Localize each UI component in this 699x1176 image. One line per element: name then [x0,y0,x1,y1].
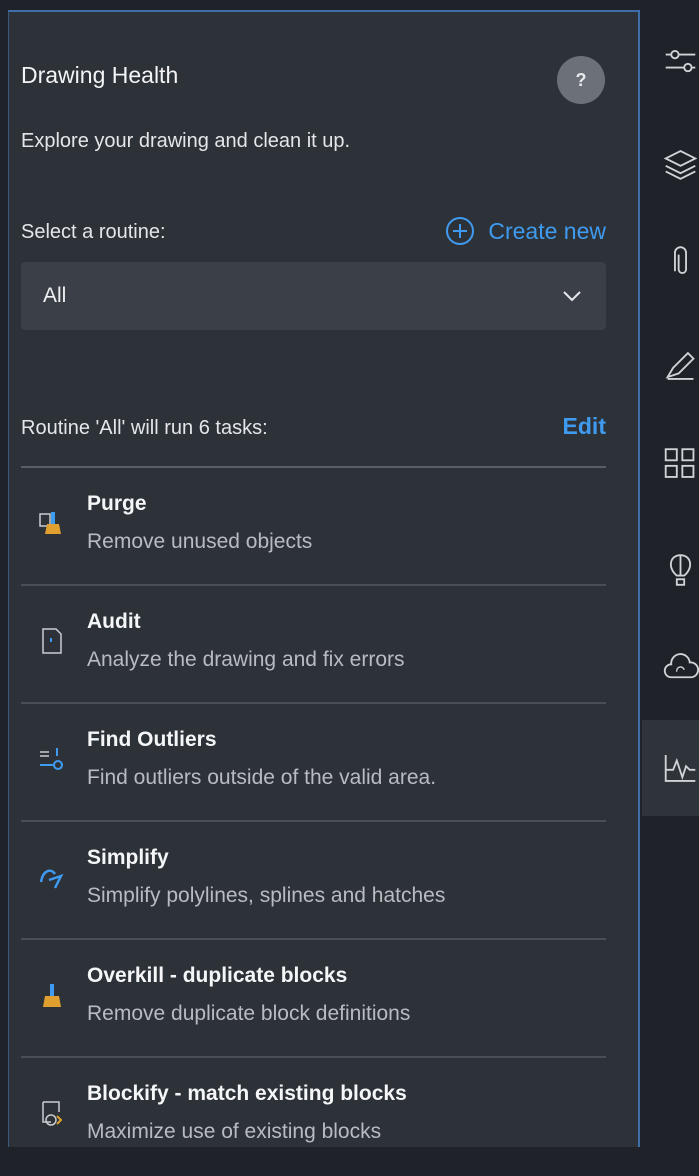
simplify-curve-icon [39,869,64,889]
rail-markup-button[interactable] [642,318,699,414]
task-item-blockify[interactable]: Blockify - match existing blocks Maximiz… [21,1058,606,1176]
task-list: Purge Remove unused objects Audit Analyz… [21,466,606,1176]
rail-layers-button[interactable] [642,116,699,212]
task-description: Remove unused objects [87,530,313,553]
routine-summary: Routine 'All' will run 6 tasks: [21,417,268,439]
help-button[interactable]: ? [557,56,605,104]
create-new-button[interactable]: Create new [444,215,606,247]
task-title: Audit [87,610,141,633]
rail-drawing-health-button[interactable] [642,720,699,816]
task-description: Find outliers outside of the valid area. [87,766,437,789]
routine-dropdown-value: All [43,284,67,307]
purge-broom-icon [39,512,61,534]
task-item-simplify[interactable]: Simplify Simplify polylines, splines and… [21,822,606,940]
routine-dropdown[interactable]: All [21,262,606,330]
create-new-label: Create new [488,217,606,244]
drawing-health-pulse-icon [664,755,696,782]
attachments-clip-icon [674,246,687,275]
properties-sliders-icon [665,49,696,73]
audit-document-icon [42,628,62,654]
rail-properties-button[interactable] [642,14,699,110]
task-item-purge[interactable]: Purge Remove unused objects [21,468,606,586]
chevron-down-icon [563,291,581,302]
rail-cloud-button[interactable] [642,620,699,716]
find-outliers-icon [40,748,63,770]
task-title: Simplify [87,846,169,869]
blockify-icon [42,1101,63,1126]
task-description: Maximize use of existing blocks [87,1120,382,1143]
drawing-health-panel: Drawing Health ? Explore your drawing an… [8,10,640,1147]
overkill-broom-icon [43,984,61,1007]
task-item-find-outliers[interactable]: Find Outliers Find outliers outside of t… [21,704,606,822]
rail-blocks-button[interactable] [642,416,699,512]
task-title: Overkill - duplicate blocks [87,964,348,987]
task-description: Analyze the drawing and fix errors [87,648,405,671]
cloud-sync-icon [663,653,699,679]
layers-icon [663,150,698,180]
task-item-audit[interactable]: Audit Analyze the drawing and fix errors [21,586,606,704]
markup-pencil-icon [665,351,695,380]
task-title: Purge [87,492,147,515]
select-routine-label: Select a routine: [21,221,166,243]
task-description: Remove duplicate block definitions [87,1002,411,1025]
task-item-overkill[interactable]: Overkill - duplicate blocks Remove dupli… [21,940,606,1058]
right-tool-rail [642,0,699,1147]
task-title: Blockify - match existing blocks [87,1082,407,1105]
rail-explore-button[interactable] [642,522,699,618]
task-title: Find Outliers [87,728,217,751]
panel-subtitle: Explore your drawing and clean it up. [21,130,351,152]
plus-circle-icon [446,217,475,245]
edit-routine-button[interactable]: Edit [563,413,606,440]
panel-title: Drawing Health [21,62,179,88]
hot-air-balloon-icon [670,554,691,586]
task-description: Simplify polylines, splines and hatches [87,884,446,907]
blocks-grid-icon [664,448,695,478]
rail-attachments-button[interactable] [642,214,699,310]
